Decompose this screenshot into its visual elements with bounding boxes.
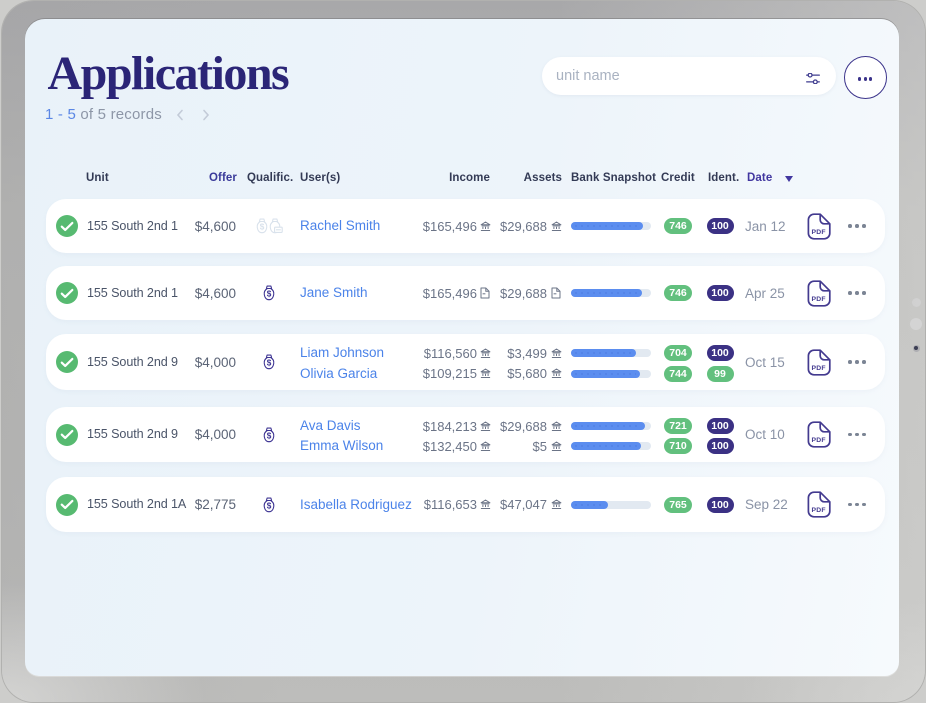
svg-text:PDF: PDF [811,364,825,371]
svg-text:PDF: PDF [811,295,825,302]
svg-text:PDF: PDF [811,437,825,444]
svg-text:PDF: PDF [811,507,825,514]
svg-text:PDF: PDF [811,228,825,235]
